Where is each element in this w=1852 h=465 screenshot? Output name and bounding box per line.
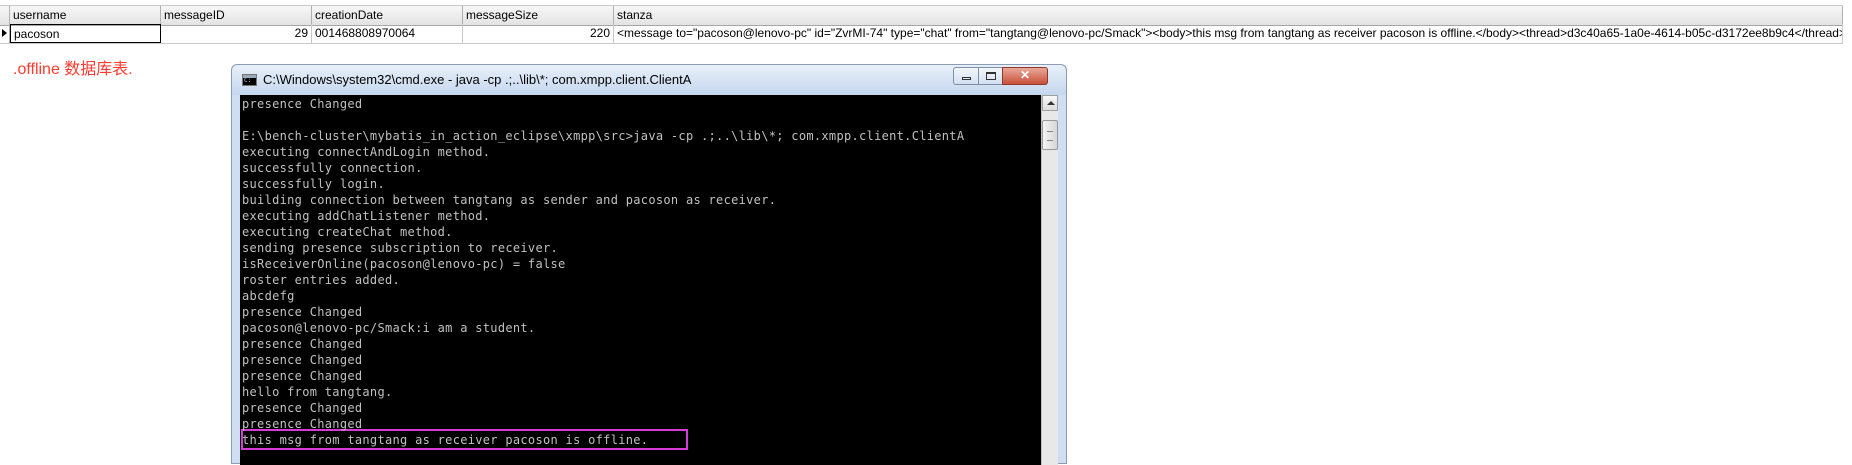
scroll-up-icon[interactable] [1042,95,1058,111]
column-header-username[interactable]: username [10,6,161,25]
window-title: C:\Windows\system32\cmd.exe - java -cp .… [263,72,692,87]
column-header-messagesize[interactable]: messageSize [463,6,614,25]
cmd-window[interactable]: C:\Windows\system32\cmd.exe - java -cp .… [231,64,1067,465]
console-line: successfully connection. [242,161,423,175]
column-header-messageid[interactable]: messageID [161,6,312,25]
console-line: E:\bench-cluster\mybatis_in_action_eclip… [242,129,965,143]
close-button[interactable] [1002,67,1048,85]
console-line: executing connectAndLogin method. [242,145,491,159]
scroll-thumb[interactable] [1042,120,1058,150]
column-header-stanza[interactable]: stanza [614,6,1843,25]
header-corner [0,6,10,25]
offline-table-annotation: .offline 数据库表. [13,61,133,78]
console-line: executing createChat method. [242,225,453,239]
console-line: presence Changed [242,305,363,319]
console-line: isReceiverOnline(pacoson@lenovo-pc) = fa… [242,257,566,271]
console-line: presence Changed [242,353,363,367]
column-header-creationdate[interactable]: creationDate [312,6,463,25]
console-line: presence Changed [242,369,363,383]
console-line: successfully login. [242,177,385,191]
minimize-button[interactable] [953,67,979,85]
console-line: presence Changed [242,401,363,415]
console-line: executing addChatListener method. [242,209,491,223]
cell-messagesize[interactable]: 220 [463,24,614,43]
console-line-highlighted: this msg from tangtang as receiver pacos… [242,433,649,447]
cell-creationdate[interactable]: 001468808970064 [312,24,463,43]
console-output[interactable]: presence Changed E:\bench-cluster\mybatis… [240,95,1041,465]
row-selector[interactable] [0,24,10,43]
table-row[interactable]: pacoson 29 001468808970064 220 <message … [0,24,1843,44]
console-line: abcdefg [242,289,295,303]
cell-messageid[interactable]: 29 [161,24,312,43]
result-grid: username messageID creationDate messageS… [0,0,1843,44]
console-line: hello from tangtang. [242,385,393,399]
cell-username[interactable]: pacoson [10,24,161,43]
console-line: roster entries added. [242,273,401,287]
cmd-icon [242,74,257,86]
console-line: building connection between tangtang as … [242,193,777,207]
console-line: sending presence subscription to receive… [242,241,559,255]
window-titlebar[interactable]: C:\Windows\system32\cmd.exe - java -cp .… [232,65,1066,95]
console-line: presence Changed [242,417,363,431]
vertical-scrollbar[interactable] [1041,95,1058,465]
cell-stanza[interactable]: <message to="pacoson@lenovo-pc" id="ZvrM… [614,24,1843,43]
console-line: presence Changed [242,337,363,351]
grid-header-row: username messageID creationDate messageS… [0,5,1843,26]
console-line: presence Changed [242,97,363,111]
console-line: pacoson@lenovo-pc/Smack:i am a student. [242,321,536,335]
current-row-arrow-icon [2,29,7,37]
maximize-button[interactable] [978,67,1003,85]
